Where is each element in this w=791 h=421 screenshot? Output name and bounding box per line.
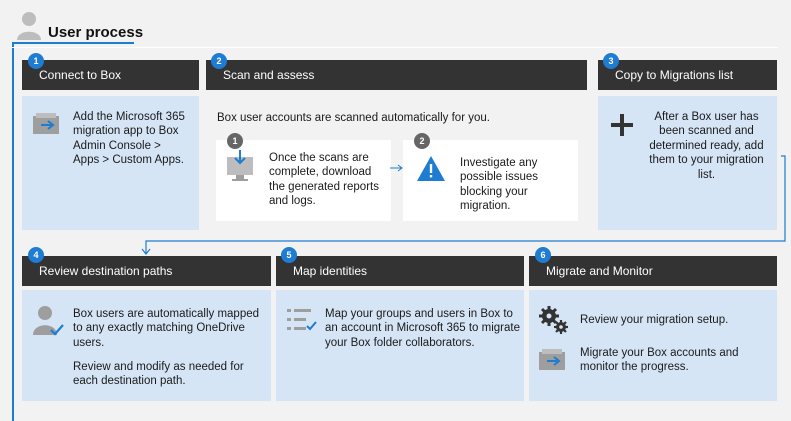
migrate-box-icon [539, 349, 565, 370]
step5-text: Map your groups and users in Box to an a… [325, 308, 520, 349]
step1-number: 1 [28, 53, 44, 69]
user-icon [17, 12, 41, 40]
map-list-icon [287, 309, 317, 331]
plus-icon [611, 114, 633, 136]
page-title: User process [48, 24, 144, 41]
step2-header: Scan and assess [206, 60, 587, 90]
step4-text2: Review and modify as needed for each des… [73, 361, 244, 388]
step6-text: Review your migration setup. [580, 314, 729, 326]
step3-header: Copy to Migrations list [598, 60, 777, 90]
step2-intro: Box user accounts are scanned automatica… [217, 112, 490, 124]
step4-number: 4 [28, 247, 44, 263]
connector-arrow [141, 155, 786, 255]
step1-header: Connect to Box [22, 60, 199, 90]
flow-line-top [12, 47, 778, 48]
step5-number: 5 [281, 247, 297, 263]
gears-icon [539, 306, 568, 334]
step6-header: Migrate and Monitor [529, 256, 777, 286]
step4-header: Review destination paths [22, 256, 271, 286]
migrate-box-icon [33, 113, 59, 134]
step6-number: 6 [535, 247, 551, 263]
title-underline [12, 42, 134, 44]
substep2-number: 2 [414, 133, 430, 149]
user-check-icon [33, 306, 64, 336]
step5-header: Map identities [276, 256, 524, 286]
substep1-number: 1 [227, 133, 243, 149]
step4-text: Box users are automatically mapped to an… [73, 308, 260, 349]
step2-number: 2 [211, 53, 227, 69]
step6-text2: Migrate your Box accounts and monitor th… [580, 347, 739, 374]
step3-number: 3 [603, 53, 619, 69]
flow-line-left [12, 42, 14, 421]
